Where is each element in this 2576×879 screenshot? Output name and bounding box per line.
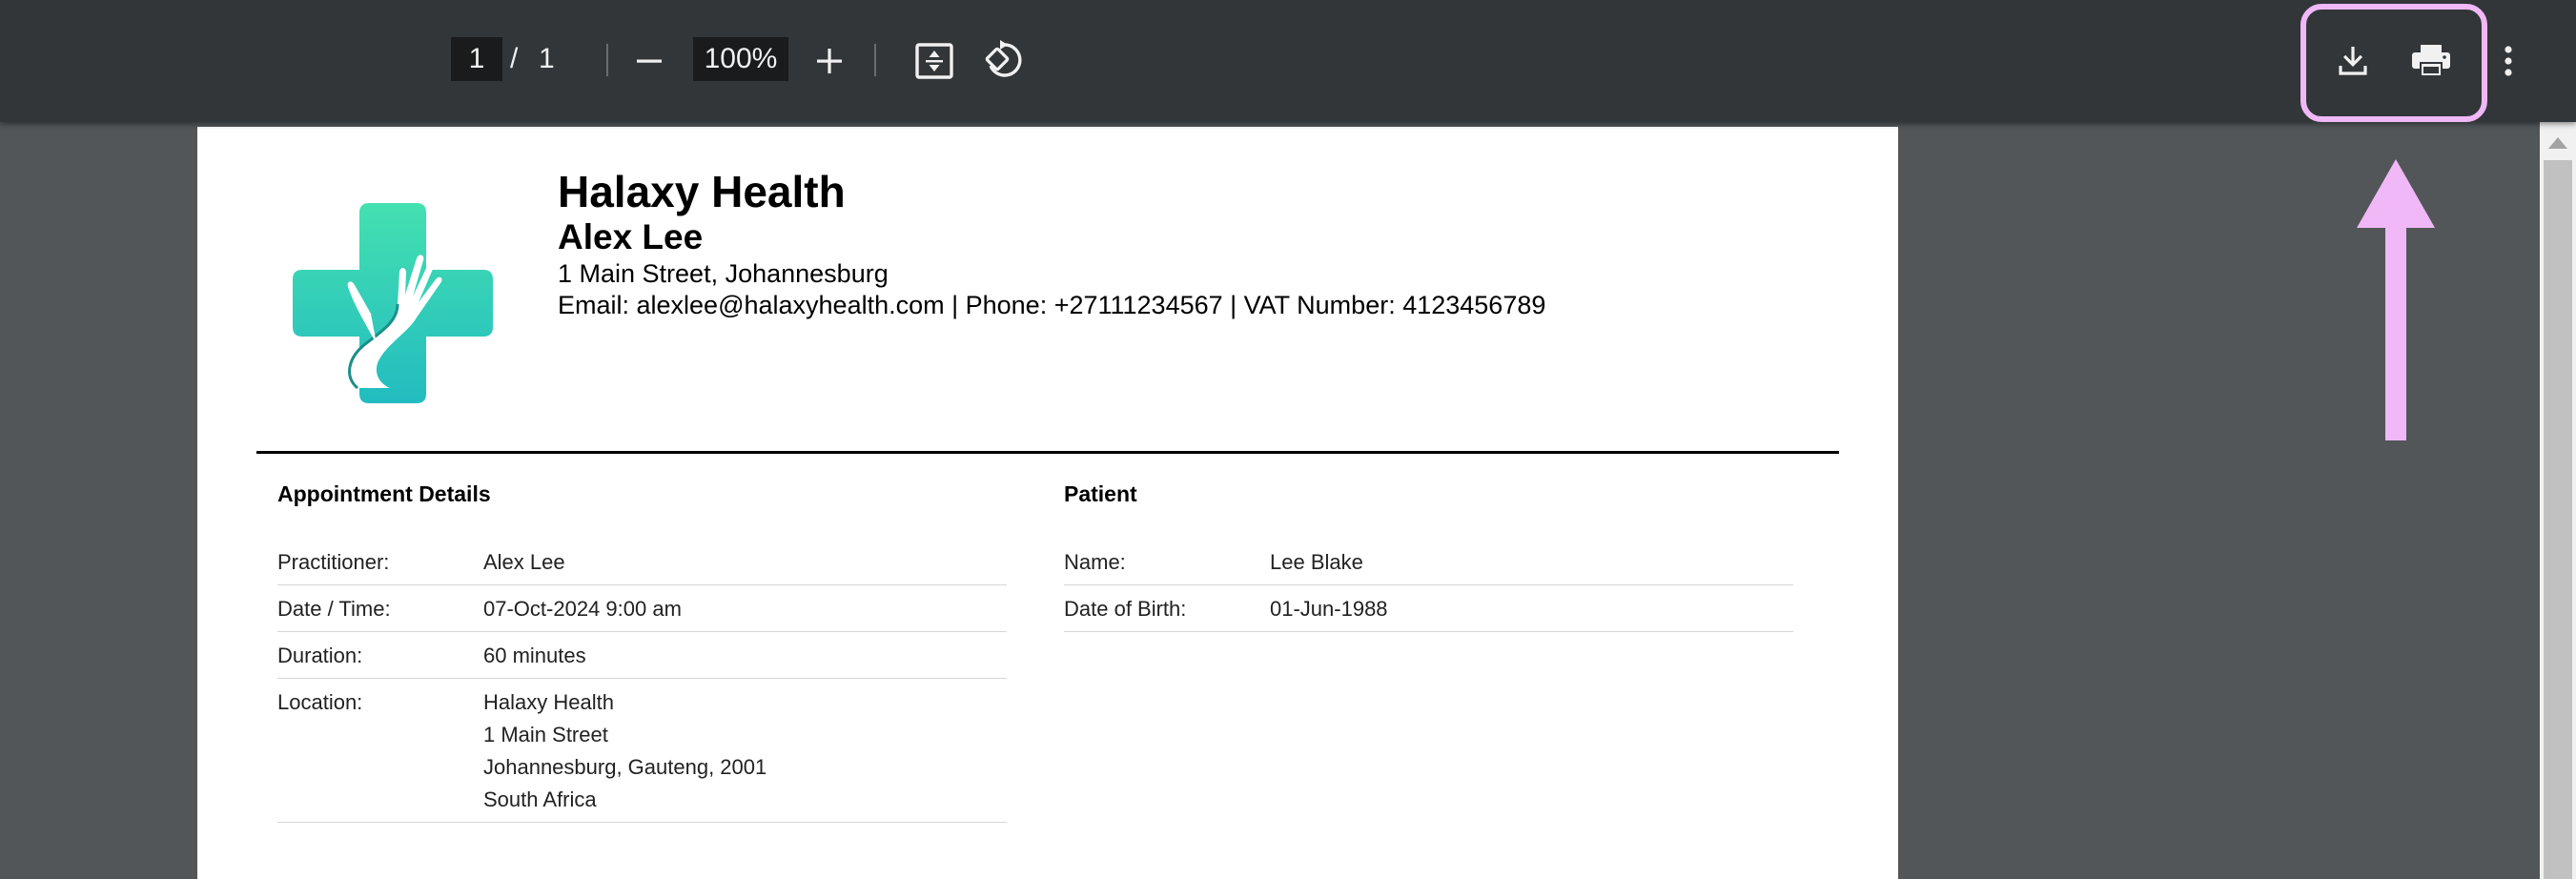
header-divider [256,451,1839,454]
annotation-arrow-up-icon [2357,159,2435,440]
fit-page-icon [915,43,953,79]
page-number-input[interactable]: 1 [451,37,502,81]
page-separator: / [510,43,519,74]
practice-address: 1 Main Street, Johannesburg [558,259,889,288]
location-line: Halaxy Health [483,690,614,714]
pdf-toolbar: 1 / 1 100% [0,0,2576,122]
location-line: 1 Main Street [483,723,608,746]
table-row: Location: Halaxy Health 1 Main Street Jo… [277,678,1007,823]
location-line: Johannesburg, Gauteng, 2001 [483,755,767,779]
scroll-up-arrow-icon[interactable] [2548,137,2567,149]
table-row: Name: Lee Blake [1064,539,1793,585]
row-label: Date / Time: [277,584,483,632]
contact-line: Email: alexlee@halaxyhealth.com | Phone:… [558,291,1546,319]
more-vert-icon [2504,46,2512,76]
table-row: Date of Birth: 01-Jun-1988 [1064,584,1793,632]
fit-to-page-button[interactable] [911,39,957,83]
patient-heading: Patient [1064,481,1137,506]
toolbar-divider [606,44,608,76]
table-row: Duration: 60 minutes [277,631,1007,679]
row-label: Date of Birth: [1064,584,1270,632]
row-label: Name: [1064,539,1270,585]
vertical-scrollbar[interactable] [2540,122,2576,879]
organisation-name: Halaxy Health [558,167,846,216]
location-value: Halaxy Health 1 Main Street Johannesburg… [483,678,1007,823]
zoom-out-icon [637,59,662,63]
toolbar-divider [874,44,876,76]
row-label: Duration: [277,631,483,679]
halaxy-logo-icon [293,203,493,403]
row-value: Lee Blake [1270,539,1793,585]
appointment-details-table: Practitioner: Alex Lee Date / Time: 07-O… [277,539,1007,823]
zoom-in-icon [817,49,842,73]
row-value: 60 minutes [483,631,1007,679]
zoom-level-input[interactable]: 100% [693,37,788,81]
scrollbar-thumb[interactable] [2544,160,2572,879]
row-label: Practitioner: [277,539,483,585]
row-value: Alex Lee [483,539,1007,585]
appointment-details-heading: Appointment Details [277,481,491,506]
location-line: South Africa [483,787,597,811]
row-value: 01-Jun-1988 [1270,584,1793,632]
page-total: 1 [539,43,555,74]
patient-details-table: Name: Lee Blake Date of Birth: 01-Jun-19… [1064,539,1793,632]
row-value: 07-Oct-2024 9:00 am [483,584,1007,632]
pdf-page: Halaxy Health Alex Lee 1 Main Street, Jo… [197,127,1898,879]
practitioner-name: Alex Lee [558,217,704,256]
row-label: Location: [277,678,483,823]
table-row: Date / Time: 07-Oct-2024 9:00 am [277,584,1007,632]
rotate-icon [985,40,1022,77]
download-print-highlight [2300,4,2487,122]
rotate-button[interactable] [982,38,1026,82]
more-options-button[interactable] [2492,38,2525,84]
zoom-out-button[interactable] [628,40,670,82]
document-header: Halaxy Health Alex Lee 1 Main Street, Jo… [558,167,1545,321]
table-row: Practitioner: Alex Lee [277,539,1007,585]
zoom-in-button[interactable] [808,40,850,82]
